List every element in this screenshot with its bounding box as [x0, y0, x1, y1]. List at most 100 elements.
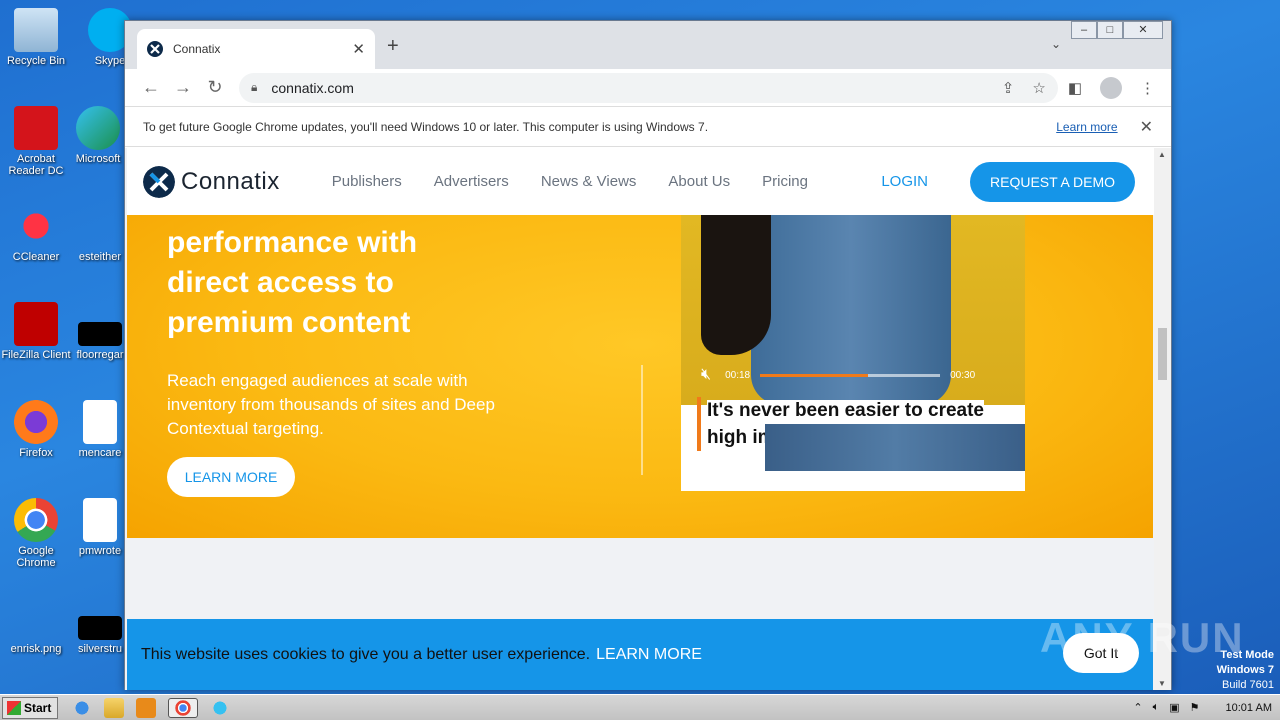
- maximize-button[interactable]: □: [1097, 21, 1123, 39]
- page-scrollbar[interactable]: ▲ ▼: [1154, 148, 1171, 690]
- close-window-button[interactable]: ✕: [1123, 21, 1163, 39]
- anyrun-watermark: ANY RUN: [1040, 614, 1245, 661]
- recycle-bin-icon: [14, 8, 58, 52]
- person-jeans: [765, 424, 1025, 471]
- video-progress-bar[interactable]: [760, 373, 941, 377]
- profile-avatar-icon[interactable]: [1100, 76, 1122, 99]
- chrome-window: Connatix ✕ + ⌄ – □ ✕ ← → ↻ 🔒︎ connatix.c…: [124, 20, 1172, 690]
- network-icon[interactable]: ▣: [1169, 701, 1179, 714]
- scroll-down-icon[interactable]: ▼: [1158, 679, 1166, 688]
- forward-button[interactable]: →: [167, 77, 199, 98]
- desktop-icon-recycle-bin[interactable]: Recycle Bin: [0, 8, 72, 67]
- login-link[interactable]: LOGIN: [881, 173, 928, 190]
- bookmark-star-icon[interactable]: ☆: [1032, 79, 1045, 97]
- share-icon[interactable]: ⇪: [1002, 79, 1015, 97]
- desktop-icon-label: CCleaner: [12, 251, 60, 263]
- url-text: connatix.com: [271, 79, 354, 96]
- video-time-current: 00:18: [725, 369, 751, 381]
- chevron-down-icon[interactable]: ⌄: [1051, 37, 1061, 51]
- video-progress-fill: [760, 373, 869, 377]
- os-label: Windows 7: [1216, 664, 1274, 676]
- nav-pricing[interactable]: Pricing: [762, 173, 808, 190]
- mute-icon[interactable]: 🔇︎: [701, 366, 711, 384]
- hero-section: performance with direct access to premiu…: [127, 215, 1153, 538]
- file-icon: [78, 616, 122, 640]
- desktop-icon-label: Firefox: [19, 447, 53, 459]
- flag-icon[interactable]: ⚑: [1190, 701, 1200, 714]
- edge-icon: [76, 106, 120, 150]
- tab-connatix[interactable]: Connatix ✕: [137, 29, 375, 69]
- nav-publishers[interactable]: Publishers: [332, 173, 402, 190]
- close-tab-icon[interactable]: ✕: [352, 40, 365, 58]
- nav-news-views[interactable]: News & Views: [541, 173, 637, 190]
- decorative-line: [641, 365, 643, 475]
- word-document-icon: [83, 400, 117, 444]
- file-explorer-icon[interactable]: [104, 697, 125, 718]
- scroll-up-icon[interactable]: ▲: [1158, 150, 1166, 159]
- desktop-icon-chrome[interactable]: Google Chrome: [0, 498, 72, 569]
- hero-description: Reach engaged audiences at scale with in…: [167, 371, 495, 438]
- close-infobar-icon[interactable]: ✕: [1140, 117, 1153, 137]
- nav-about-us[interactable]: About Us: [668, 173, 730, 190]
- desktop-icon-label: enrisk.png: [10, 643, 62, 655]
- desktop-icon-label: Recycle Bin: [6, 55, 66, 67]
- desktop-icon-firefox[interactable]: Firefox: [0, 400, 72, 459]
- menu-kebab-icon[interactable]: ⋮: [1140, 79, 1155, 97]
- nav-advertisers[interactable]: Advertisers: [434, 173, 509, 190]
- edge-taskbar-icon[interactable]: [210, 697, 231, 718]
- connatix-favicon-icon: [147, 41, 163, 57]
- person-hair: [701, 215, 771, 355]
- hero-learn-more-button[interactable]: LEARN MORE: [167, 457, 295, 497]
- cookie-message: This website uses cookies to give you a …: [141, 645, 591, 663]
- tab-strip: Connatix ✕ + ⌄ – □ ✕: [125, 21, 1171, 69]
- cookie-banner: This website uses cookies to give you a …: [127, 619, 1153, 690]
- internet-explorer-icon[interactable]: [72, 697, 93, 718]
- file-icon: [78, 204, 122, 248]
- file-icon: [78, 322, 122, 346]
- cookie-learn-more-link[interactable]: LEARN MORE: [596, 646, 702, 664]
- new-tab-button[interactable]: +: [387, 35, 399, 58]
- desktop-icon-label: Google Chrome: [16, 545, 56, 569]
- video-controls: 🔇︎ 00:18 00:30: [701, 365, 1001, 385]
- firefox-icon: [14, 400, 58, 444]
- page-viewport: Connatix Publishers Advertisers News & V…: [125, 148, 1155, 690]
- site-header: Connatix Publishers Advertisers News & V…: [127, 148, 1155, 215]
- chrome-icon: [14, 498, 58, 542]
- hero-title: performance with direct access to premiu…: [167, 226, 418, 339]
- minimize-button[interactable]: –: [1071, 21, 1097, 39]
- infobar-message: To get future Google Chrome updates, you…: [143, 119, 709, 134]
- chrome-taskbar-icon[interactable]: [168, 697, 199, 718]
- filezilla-icon: [14, 302, 58, 346]
- main-nav: Publishers Advertisers News & Views Abou…: [332, 173, 808, 190]
- window-controls: – □ ✕: [1071, 21, 1163, 39]
- lock-icon[interactable]: 🔒︎: [251, 80, 257, 95]
- reload-button[interactable]: ↻: [199, 77, 231, 98]
- desktop-icon-label: FileZilla Client: [1, 349, 71, 361]
- request-demo-button[interactable]: REQUEST A DEMO: [970, 161, 1135, 202]
- scroll-thumb[interactable]: [1158, 328, 1167, 380]
- browser-toolbar: ← → ↻ 🔒︎ connatix.com ⇪ ☆ ◧ ⋮: [125, 69, 1171, 107]
- start-button[interactable]: Start: [2, 696, 59, 719]
- ccleaner-icon: [14, 204, 58, 248]
- build-label: Build 7601: [1222, 679, 1274, 691]
- media-player-icon[interactable]: [136, 697, 157, 718]
- word-document-icon: [83, 498, 117, 542]
- desktop-icon-enrisk[interactable]: enrisk.png: [0, 596, 72, 655]
- test-mode-label: Test Mode: [1220, 649, 1274, 661]
- acrobat-icon: [14, 106, 58, 150]
- system-tray: ⌃ 🔈︎ ▣ ⚑ 10:01 AM: [1133, 701, 1280, 714]
- test-mode-notice: Test Mode Windows 7 Build 7601: [1217, 648, 1274, 693]
- taskbar: Start ⌃ 🔈︎ ▣ ⚑ 10:01 AM: [0, 694, 1280, 720]
- back-button[interactable]: ←: [135, 77, 167, 98]
- connatix-logo-icon: [143, 165, 175, 198]
- image-file-icon: [14, 596, 58, 640]
- desktop-icon-ccleaner[interactable]: CCleaner: [0, 204, 72, 263]
- tray-expand-icon[interactable]: ⌃: [1133, 701, 1142, 714]
- infobar-learn-more-link[interactable]: Learn more: [1056, 120, 1117, 134]
- clock[interactable]: 10:01 AM: [1226, 702, 1272, 714]
- address-bar[interactable]: 🔒︎ connatix.com ⇪ ☆: [239, 72, 1058, 103]
- connatix-logo[interactable]: Connatix: [143, 165, 280, 198]
- volume-icon[interactable]: 🔈︎: [1153, 701, 1160, 714]
- side-panel-icon[interactable]: ◧: [1068, 79, 1082, 97]
- desktop-icon-filezilla[interactable]: FileZilla Client: [0, 302, 72, 361]
